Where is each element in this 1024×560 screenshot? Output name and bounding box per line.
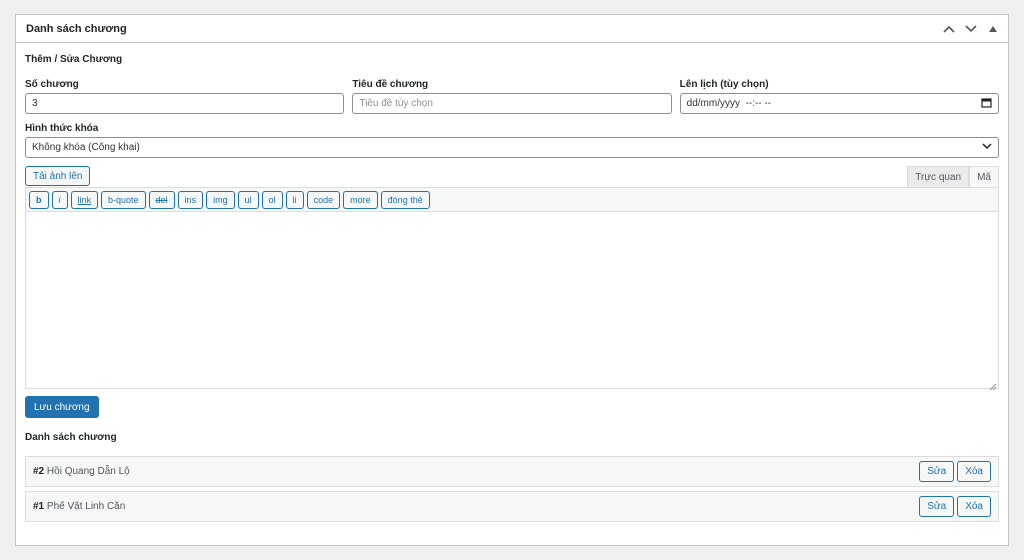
chapter-number-group: Số chương 3: [25, 79, 345, 114]
save-chapter-button[interactable]: Lưu chương: [25, 396, 99, 418]
delete-chapter-button[interactable]: Xóa: [957, 461, 991, 482]
schedule-group: Lên lịch (tùy chọn) dd/mm/yyyy --:-- --: [679, 79, 999, 114]
lock-type-selected: Không khóa (Công khai): [32, 142, 140, 153]
qt-close-tags-button[interactable]: đóng thẻ: [380, 190, 430, 209]
chapter-list-title: Danh sách chương: [25, 432, 117, 443]
form-section-title: Thêm / Sửa Chương: [25, 54, 123, 65]
schedule-value: dd/mm/yyyy --:-- --: [686, 98, 772, 109]
tab-code[interactable]: Mã: [969, 166, 999, 187]
editor-tabs: Trực quan Mã: [907, 166, 999, 187]
chapter-number-label: Số chương: [25, 79, 79, 90]
chapter-row-name: Hồi Quang Dẫn Lộ: [46, 466, 130, 477]
qt-link-button[interactable]: link: [70, 190, 99, 209]
chapter-title-group: Tiêu đề chương Tiêu đề tùy chọn: [352, 79, 672, 114]
move-up-icon[interactable]: [940, 20, 958, 38]
move-down-icon[interactable]: [962, 20, 980, 38]
calendar-icon[interactable]: [981, 97, 992, 111]
collapse-toggle-icon[interactable]: [984, 20, 1002, 38]
qt-bold-button[interactable]: b: [29, 190, 49, 209]
chapter-row-number: #2: [33, 466, 45, 477]
chevron-down-icon: [982, 142, 992, 153]
qt-del-button[interactable]: del: [148, 190, 175, 209]
edit-chapter-button[interactable]: Sửa: [919, 496, 955, 517]
lock-type-label: Hình thức khóa: [25, 123, 99, 134]
qt-ul-button[interactable]: ul: [237, 190, 259, 209]
content-textarea[interactable]: [25, 211, 999, 391]
qt-img-button[interactable]: img: [206, 190, 235, 209]
resize-grip-icon[interactable]: [989, 379, 997, 391]
tab-visual[interactable]: Trực quan: [907, 166, 970, 187]
qt-more-button[interactable]: more: [343, 190, 378, 209]
chapter-number-input[interactable]: 3: [25, 93, 345, 114]
schedule-datetime-input[interactable]: dd/mm/yyyy --:-- --: [679, 93, 999, 114]
chapter-row-label: #1 Phế Vật Linh Căn: [33, 501, 125, 512]
fields-row: Số chương 3 Tiêu đề chương Tiêu đề tùy c…: [25, 79, 999, 114]
upload-image-button[interactable]: Tải ảnh lên: [25, 166, 91, 186]
chapter-title-label: Tiêu đề chương: [352, 79, 429, 90]
chapter-row: #1 Phế Vật Linh Căn Sửa Xóa: [25, 491, 999, 522]
qt-ins-button[interactable]: ins: [177, 190, 204, 209]
chapter-row: #2 Hồi Quang Dẫn Lộ Sửa Xóa: [25, 456, 999, 487]
chapter-list: #2 Hồi Quang Dẫn Lộ Sửa Xóa #1 Phế Vật L…: [25, 456, 999, 522]
delete-chapter-button[interactable]: Xóa: [957, 496, 991, 517]
chapter-metabox: Danh sách chương Thêm / Sửa Chương Số ch…: [15, 14, 1009, 546]
qt-li-button[interactable]: li: [285, 190, 304, 209]
chapter-title-input[interactable]: Tiêu đề tùy chọn: [352, 93, 672, 114]
chapter-row-name: Phế Vật Linh Căn: [46, 501, 126, 512]
metabox-header: Danh sách chương: [16, 15, 1008, 43]
metabox-title: Danh sách chương: [26, 22, 127, 35]
metabox-inside: Thêm / Sửa Chương Số chương 3 Tiêu đề ch…: [16, 43, 1008, 522]
chapter-row-label: #2 Hồi Quang Dẫn Lộ: [33, 466, 130, 477]
handle-actions: [940, 20, 1002, 38]
qt-blockquote-button[interactable]: b-quote: [101, 190, 146, 209]
chapter-row-number: #1: [33, 501, 45, 512]
qt-ol-button[interactable]: ol: [261, 190, 283, 209]
row-actions: Sửa Xóa: [919, 461, 991, 482]
lock-type-select[interactable]: Không khóa (Công khai): [25, 137, 999, 158]
quicktags-toolbar: b i link b-quote del ins img ul ol li co…: [25, 187, 999, 211]
qt-code-button[interactable]: code: [306, 190, 341, 209]
editor-toolbar-row: Tải ảnh lên Trực quan Mã: [25, 166, 999, 187]
qt-italic-button[interactable]: i: [51, 190, 68, 209]
row-actions: Sửa Xóa: [919, 496, 991, 517]
schedule-label: Lên lịch (tùy chọn): [679, 79, 769, 90]
edit-chapter-button[interactable]: Sửa: [919, 461, 955, 482]
